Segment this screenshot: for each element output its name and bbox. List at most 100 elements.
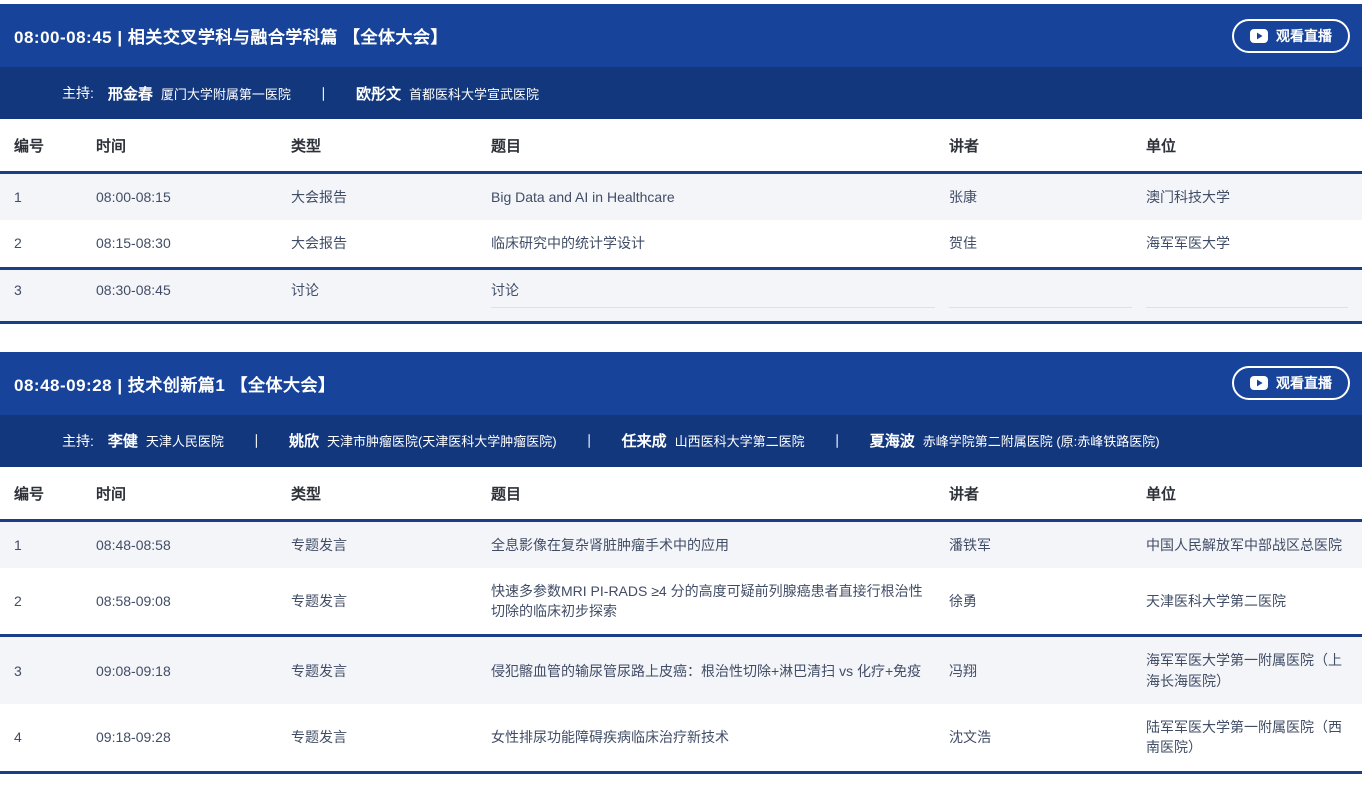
col-header-speaker: 讲者: [949, 119, 1146, 173]
host-separator: ｜: [583, 431, 596, 450]
col-header-speaker: 讲者: [949, 467, 1146, 521]
host-name: 任来成: [622, 430, 667, 451]
hosts-bar: 主持: 李健 天津人民医院 ｜ 姚欣 天津市肿瘤医院(天津医科大学肿瘤医院) ｜…: [0, 415, 1362, 467]
host-name: 邢金春: [108, 83, 153, 104]
cell-speaker: 徐勇: [949, 568, 1146, 636]
host-name: 夏海波: [870, 430, 915, 451]
cell-org: 天津医科大学第二医院: [1146, 568, 1362, 636]
host-name: 欧彤文: [356, 83, 401, 104]
table-row: 2 08:58-09:08 专题发言 快速多参数MRI PI-RADS ≥4 分…: [0, 568, 1362, 636]
cell-type: 专题发言: [291, 568, 491, 636]
host-separator: ｜: [831, 431, 844, 450]
cell-title: 全息影像在复杂肾脏肿瘤手术中的应用: [491, 520, 949, 568]
host-org: 天津人民医院: [146, 431, 224, 450]
table-row: 3 09:08-09:18 专题发言 侵犯髂血管的输尿管尿路上皮癌：根治性切除+…: [0, 636, 1362, 704]
cell-no: 2: [0, 568, 96, 636]
cell-time: 09:08-09:18: [96, 636, 291, 704]
discussion-title: 讨论: [491, 280, 935, 308]
cell-title: 快速多参数MRI PI-RADS ≥4 分的高度可疑前列腺癌患者直接行根治性切除…: [491, 568, 949, 636]
host-org: 首都医科大学宣武医院: [409, 84, 539, 103]
col-header-title: 题目: [491, 467, 949, 521]
cell-time: 08:30-08:45: [96, 268, 291, 322]
cell-type: 专题发言: [291, 704, 491, 772]
cell-speaker: [949, 268, 1146, 322]
cell-no: 3: [0, 268, 96, 322]
cell-time: 09:18-09:28: [96, 704, 291, 772]
cell-org: 澳门科技大学: [1146, 173, 1362, 221]
cell-no: 2: [0, 220, 96, 268]
hosts-label: 主持:: [62, 431, 94, 451]
cell-type: 专题发言: [291, 636, 491, 704]
watch-live-label: 观看直播: [1276, 26, 1332, 46]
col-header-no: 编号: [0, 467, 96, 521]
watch-live-button[interactable]: 观看直播: [1232, 19, 1350, 53]
session-title: 08:00-08:45 | 相关交叉学科与融合学科篇 【全体大会】: [14, 23, 448, 48]
cell-speaker: 张康: [949, 173, 1146, 221]
cell-speaker: 冯翔: [949, 636, 1146, 704]
cell-type: 大会报告: [291, 220, 491, 268]
col-header-no: 编号: [0, 119, 96, 173]
host-org: 厦门大学附属第一医院: [161, 84, 291, 103]
cell-type: 大会报告: [291, 173, 491, 221]
watch-live-label: 观看直播: [1276, 373, 1332, 393]
host-name: 姚欣: [289, 430, 319, 451]
cell-time: 08:48-08:58: [96, 520, 291, 568]
cell-org: 中国人民解放军中部战区总医院: [1146, 520, 1362, 568]
col-header-type: 类型: [291, 467, 491, 521]
cell-no: 1: [0, 520, 96, 568]
empty-underline: [949, 280, 1132, 308]
play-video-icon: [1250, 376, 1268, 390]
cell-no: 4: [0, 704, 96, 772]
hosts-bar: 主持: 邢金春 厦门大学附属第一医院 ｜ 欧彤文 首都医科大学宣武医院: [0, 67, 1362, 119]
cell-time: 08:58-09:08: [96, 568, 291, 636]
session-header: 08:48-09:28 | 技术创新篇1 【全体大会】 观看直播: [0, 352, 1362, 415]
cell-org: 海军军医大学第一附属医院（上海长海医院）: [1146, 636, 1362, 704]
cell-title: Big Data and AI in Healthcare: [491, 173, 949, 221]
watch-live-button[interactable]: 观看直播: [1232, 366, 1350, 400]
session-card-2: 08:48-09:28 | 技术创新篇1 【全体大会】 观看直播 主持: 李健 …: [0, 352, 1362, 774]
cell-title: 讨论: [491, 268, 949, 322]
col-header-org: 单位: [1146, 119, 1362, 173]
table-header-row: 编号 时间 类型 题目 讲者 单位: [0, 119, 1362, 173]
session-card-1: 08:00-08:45 | 相关交叉学科与融合学科篇 【全体大会】 观看直播 主…: [0, 4, 1362, 324]
host-separator: ｜: [250, 431, 263, 450]
host-org: 山西医科大学第二医院: [675, 431, 805, 450]
table-row: 3 08:30-08:45 讨论 讨论: [0, 268, 1362, 322]
cell-org: 陆军军医大学第一附属医院（西南医院）: [1146, 704, 1362, 772]
cell-type: 专题发言: [291, 520, 491, 568]
table-row: 1 08:00-08:15 大会报告 Big Data and AI in He…: [0, 173, 1362, 221]
cell-speaker: 沈文浩: [949, 704, 1146, 772]
col-header-org: 单位: [1146, 467, 1362, 521]
cell-time: 08:00-08:15: [96, 173, 291, 221]
empty-underline: [1146, 280, 1348, 308]
host-name: 李健: [108, 430, 138, 451]
col-header-time: 时间: [96, 467, 291, 521]
col-header-title: 题目: [491, 119, 949, 173]
col-header-time: 时间: [96, 119, 291, 173]
host-org: 赤峰学院第二附属医院 (原:赤峰铁路医院): [923, 431, 1160, 450]
host-separator: ｜: [317, 84, 330, 103]
cell-speaker: 贺佳: [949, 220, 1146, 268]
cell-org: 海军军医大学: [1146, 220, 1362, 268]
play-video-icon: [1250, 29, 1268, 43]
table-header-row: 编号 时间 类型 题目 讲者 单位: [0, 467, 1362, 521]
session-title: 08:48-09:28 | 技术创新篇1 【全体大会】: [14, 371, 336, 396]
cell-org: [1146, 268, 1362, 322]
session-header: 08:00-08:45 | 相关交叉学科与融合学科篇 【全体大会】 观看直播: [0, 4, 1362, 67]
table-row: 2 08:15-08:30 大会报告 临床研究中的统计学设计 贺佳 海军军医大学: [0, 220, 1362, 268]
schedule-table: 编号 时间 类型 题目 讲者 单位 1 08:48-08:58 专题发言 全息影…: [0, 467, 1362, 774]
schedule-table: 编号 时间 类型 题目 讲者 单位 1 08:00-08:15 大会报告 Big…: [0, 119, 1362, 324]
table-row: 1 08:48-08:58 专题发言 全息影像在复杂肾脏肿瘤手术中的应用 潘铁军…: [0, 520, 1362, 568]
table-row: 4 09:18-09:28 专题发言 女性排尿功能障碍疾病临床治疗新技术 沈文浩…: [0, 704, 1362, 772]
cell-no: 3: [0, 636, 96, 704]
col-header-type: 类型: [291, 119, 491, 173]
cell-time: 08:15-08:30: [96, 220, 291, 268]
hosts-label: 主持:: [62, 83, 94, 103]
host-org: 天津市肿瘤医院(天津医科大学肿瘤医院): [327, 431, 557, 450]
cell-speaker: 潘铁军: [949, 520, 1146, 568]
cell-title: 女性排尿功能障碍疾病临床治疗新技术: [491, 704, 949, 772]
cell-no: 1: [0, 173, 96, 221]
cell-title: 侵犯髂血管的输尿管尿路上皮癌：根治性切除+淋巴清扫 vs 化疗+免疫: [491, 636, 949, 704]
cell-type: 讨论: [291, 268, 491, 322]
cell-title: 临床研究中的统计学设计: [491, 220, 949, 268]
